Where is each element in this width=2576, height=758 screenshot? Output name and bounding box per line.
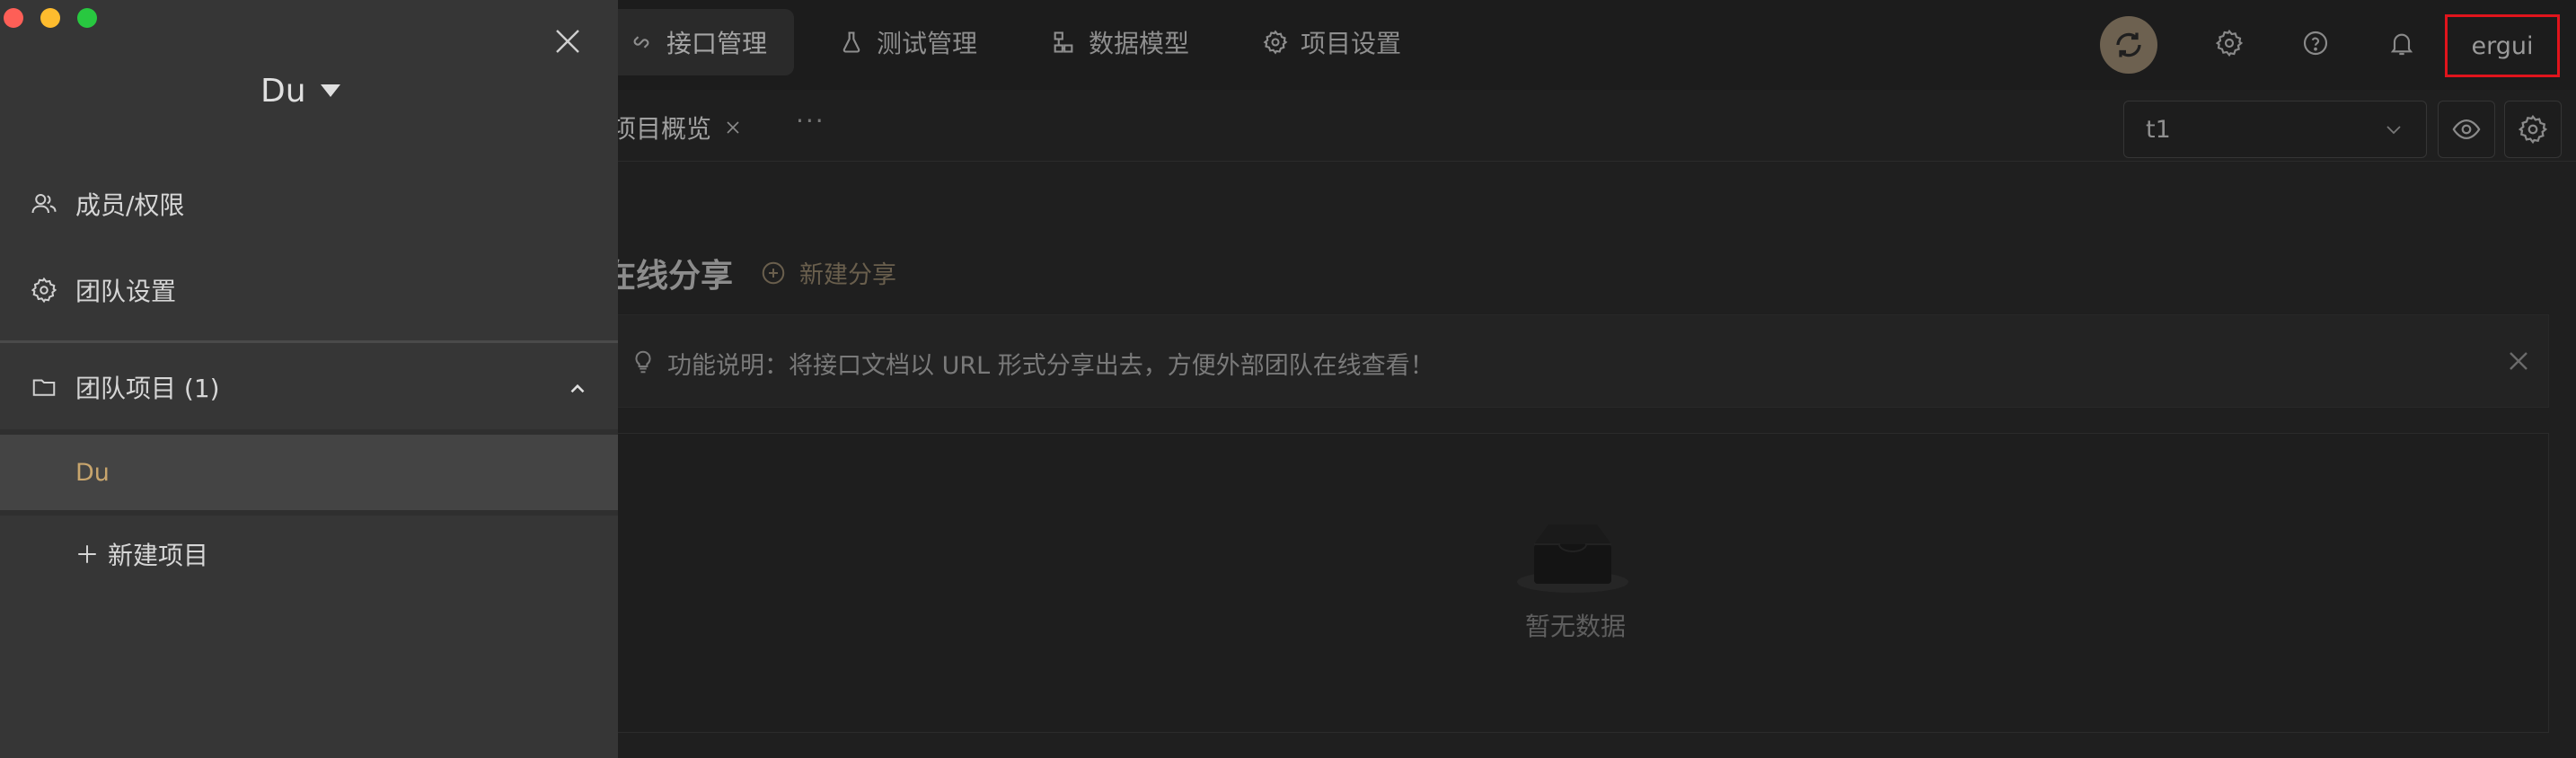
help-icon xyxy=(2303,31,2328,56)
tab-project-overview[interactable]: 项目概览 xyxy=(611,106,742,149)
sync-button[interactable] xyxy=(2100,16,2157,74)
new-project-label: 新建项目 xyxy=(108,541,209,570)
close-icon[interactable] xyxy=(2505,348,2532,375)
menu-team-settings[interactable]: 团队设置 xyxy=(31,268,176,313)
empty-inbox-icon xyxy=(1517,524,1628,593)
project-item[interactable]: Du xyxy=(0,435,618,510)
new-share-label: 新建分享 xyxy=(799,261,896,289)
user-menu-button[interactable]: ergui xyxy=(2445,14,2560,77)
notifications-button[interactable] xyxy=(2386,27,2418,59)
sync-icon xyxy=(2116,32,2141,57)
settings-button[interactable] xyxy=(2213,27,2245,59)
folder-icon xyxy=(32,379,56,396)
projects-group-label: 团队项目 (1) xyxy=(31,365,220,410)
plus-icon xyxy=(78,545,96,563)
project-name: Du xyxy=(75,458,110,487)
gear-icon xyxy=(2215,29,2244,57)
team-drawer: Du 成员/权限 团队设置 团队项目 (1) Du 新建项目 xyxy=(0,0,618,758)
empty-state-text: 暂无数据 xyxy=(1525,612,1627,641)
tab-label: 项目概览 xyxy=(611,114,712,144)
bell-icon xyxy=(2390,33,2413,56)
lightbulb-icon xyxy=(635,350,651,374)
new-share-button[interactable]: 新建分享 xyxy=(760,255,896,290)
tab-label: 数据模型 xyxy=(1089,29,1190,58)
close-icon[interactable] xyxy=(724,119,742,137)
model-icon xyxy=(1054,31,1073,53)
team-name: Du xyxy=(260,72,306,110)
projects-group-header[interactable]: 团队项目 (1) xyxy=(0,359,618,415)
menu-members-permissions[interactable]: 成员/权限 xyxy=(31,181,184,226)
window-zoom-button[interactable] xyxy=(77,8,97,28)
info-text: 功能说明：将接口文档以 URL 形式分享出去，方便外部团队在线查看！ xyxy=(667,352,1434,380)
more-tabs-button[interactable]: ··· xyxy=(796,106,825,136)
close-icon[interactable] xyxy=(551,25,584,57)
info-banner: 功能说明：将接口文档以 URL 形式分享出去，方便外部团队在线查看！ xyxy=(611,314,2549,408)
flask-icon xyxy=(842,31,860,53)
caret-down-icon xyxy=(320,84,340,97)
chevron-up-icon[interactable] xyxy=(566,377,589,401)
gear-icon xyxy=(31,277,57,304)
environment-settings-button[interactable] xyxy=(2504,101,2562,158)
group-label-text: 团队项目 (1) xyxy=(75,374,220,403)
tab-label: 项目设置 xyxy=(1301,29,1402,58)
tab-api-management[interactable]: 接口管理 xyxy=(602,9,795,75)
eye-icon xyxy=(2452,119,2481,140)
tab-label: 测试管理 xyxy=(877,29,978,58)
menu-label: 团队设置 xyxy=(75,277,177,306)
environment-value: t1 xyxy=(2146,115,2171,144)
preview-button[interactable] xyxy=(2438,101,2495,158)
team-switcher[interactable]: Du xyxy=(260,68,342,113)
plus-circle-icon xyxy=(762,261,785,284)
tab-project-settings[interactable]: 项目设置 xyxy=(1236,9,1428,75)
menu-label: 成员/权限 xyxy=(75,190,185,220)
new-project-button[interactable]: 新建项目 xyxy=(75,532,208,577)
window-minimize-button[interactable] xyxy=(40,8,60,28)
tab-label: 接口管理 xyxy=(666,29,768,58)
section-title: 在线分享 xyxy=(604,258,734,295)
window-close-button[interactable] xyxy=(4,8,23,28)
divider xyxy=(0,340,618,343)
divider xyxy=(0,510,618,516)
gear-icon xyxy=(1263,30,1288,55)
environment-select[interactable]: t1 xyxy=(2123,101,2427,158)
tab-test-management[interactable]: 测试管理 xyxy=(812,9,1004,75)
user-name: ergui xyxy=(2471,31,2534,60)
gear-icon xyxy=(2518,114,2548,145)
tab-data-model[interactable]: 数据模型 xyxy=(1024,9,1216,75)
help-button[interactable] xyxy=(2299,27,2332,59)
members-icon xyxy=(31,194,57,214)
chevron-down-icon xyxy=(2386,126,2401,135)
api-icon xyxy=(633,36,649,48)
